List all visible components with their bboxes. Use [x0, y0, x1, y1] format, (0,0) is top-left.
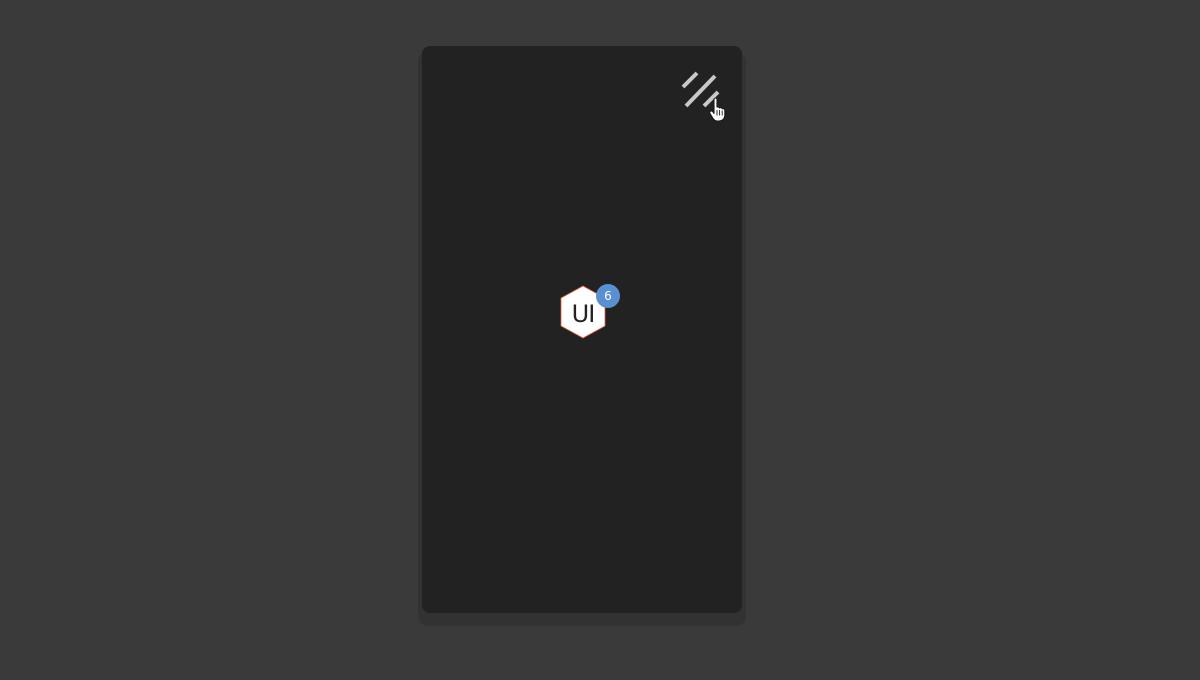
- mobile-panel: UI 6: [422, 46, 742, 613]
- page-background: UI 6: [0, 0, 1200, 680]
- brand-logo: UI 6: [558, 284, 628, 344]
- notification-badge: 6: [596, 284, 620, 308]
- menu-toggle-button[interactable]: [678, 68, 728, 116]
- menu-toggle-icon: [681, 71, 720, 108]
